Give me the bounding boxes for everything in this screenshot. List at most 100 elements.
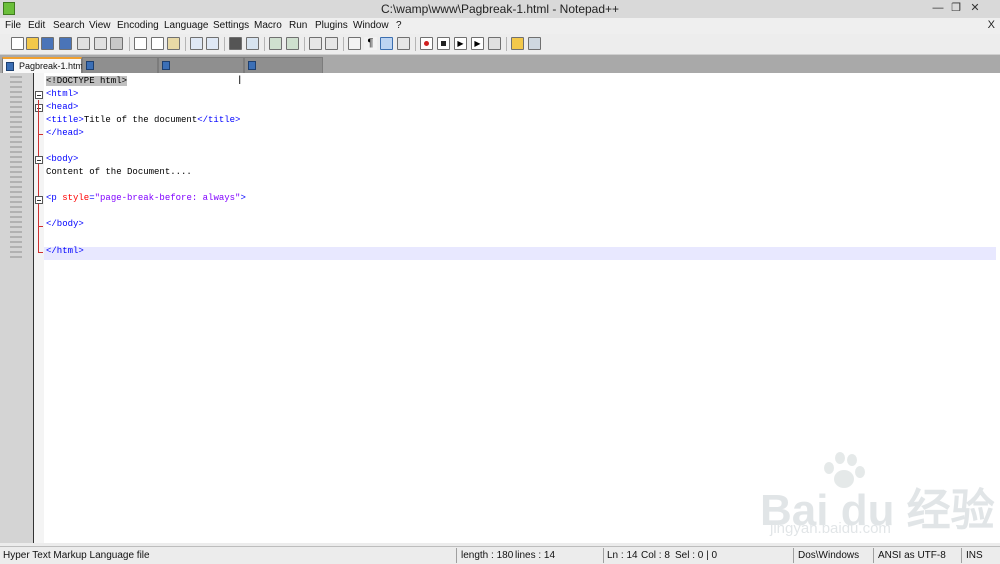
status-insert-mode[interactable]: INS xyxy=(966,550,983,561)
mouse-ibeam-cursor: I xyxy=(238,73,242,87)
redo-icon[interactable] xyxy=(206,37,219,50)
status-line-number: Ln : 14 xyxy=(607,550,638,561)
paste-icon[interactable] xyxy=(167,37,180,50)
line-number-margin xyxy=(0,73,33,543)
p-page-break-tag: <p style="page-break-before: always"> xyxy=(46,193,246,203)
print-icon[interactable] xyxy=(110,37,123,50)
status-eol-format[interactable]: Dos\Windows xyxy=(798,550,859,561)
minimize-button[interactable]: — xyxy=(930,1,946,15)
toolbar-separator xyxy=(506,37,507,51)
tab-pagbreak-1[interactable]: Pagbreak-1.html xyxy=(2,57,86,73)
status-divider xyxy=(603,548,604,563)
tab-third[interactable] xyxy=(158,57,244,73)
toolbar-separator xyxy=(224,37,225,51)
body-close-tag: </body> xyxy=(46,219,84,229)
html-close-tag: </html> xyxy=(46,246,84,256)
menu-encoding[interactable]: Encoding xyxy=(117,20,159,31)
file-icon xyxy=(6,62,14,71)
copy-icon[interactable] xyxy=(151,37,164,50)
toolbar-separator xyxy=(185,37,186,51)
open-file-icon[interactable] xyxy=(26,37,39,50)
current-line-highlight xyxy=(44,247,996,260)
menu-plugins[interactable]: Plugins xyxy=(315,20,348,31)
code-line-7: <body> xyxy=(46,154,78,164)
play-macro-multiple-icon[interactable]: ▶ xyxy=(471,37,484,50)
cut-icon[interactable] xyxy=(134,37,147,50)
file-icon xyxy=(248,61,256,70)
replace-icon[interactable] xyxy=(246,37,259,50)
status-divider xyxy=(873,548,874,563)
save-all-icon[interactable] xyxy=(59,37,72,50)
zoom-out-icon[interactable] xyxy=(286,37,299,50)
code-line-4: <title>Title of the document</title> xyxy=(46,115,240,125)
save-macro-icon[interactable] xyxy=(488,37,501,50)
file-icon xyxy=(86,61,94,70)
sync-vertical-icon[interactable] xyxy=(309,37,322,50)
baidu-watermark: Bai du 经验 jingyan.baidu.com xyxy=(760,452,995,542)
close-document-icon[interactable]: X xyxy=(988,19,995,31)
toolbar-separator xyxy=(129,37,130,51)
menu-bar: File Edit Search View Encoding Language … xyxy=(0,18,1000,34)
menu-search[interactable]: Search xyxy=(53,20,85,31)
spellcheck-icon[interactable] xyxy=(528,37,541,50)
new-file-icon[interactable] xyxy=(11,37,24,50)
fold-toggle-html[interactable] xyxy=(35,91,43,99)
menu-window[interactable]: Window xyxy=(353,20,389,31)
menu-file[interactable]: File xyxy=(5,20,21,31)
fold-end-body xyxy=(38,226,43,227)
indent-guide-icon[interactable] xyxy=(380,37,393,50)
undo-icon[interactable] xyxy=(190,37,203,50)
tab-fourth[interactable] xyxy=(244,57,323,73)
menu-view[interactable]: View xyxy=(89,20,111,31)
window-title: C:\wamp\www\Pagbreak-1.html - Notepad++ xyxy=(380,2,620,16)
code-line-14: </html> xyxy=(46,246,84,256)
word-wrap-icon[interactable] xyxy=(348,37,361,50)
play-macro-icon[interactable]: ▶ xyxy=(454,37,467,50)
file-icon xyxy=(162,61,170,70)
head-close-tag: </head> xyxy=(46,128,84,138)
close-file-icon[interactable] xyxy=(77,37,90,50)
sync-horizontal-icon[interactable] xyxy=(325,37,338,50)
record-macro-icon[interactable] xyxy=(420,37,433,50)
close-button[interactable]: ✕ xyxy=(967,1,983,15)
stop-macro-icon[interactable] xyxy=(437,37,450,50)
save-icon[interactable] xyxy=(41,37,54,50)
fold-toggle-head[interactable] xyxy=(35,104,43,112)
title-bar: C:\wamp\www\Pagbreak-1.html - Notepad++ … xyxy=(0,0,1000,18)
menu-help[interactable]: ? xyxy=(396,20,402,31)
toolbar-separator xyxy=(343,37,344,51)
tab-second[interactable] xyxy=(82,57,158,73)
find-icon[interactable] xyxy=(229,37,242,50)
doctype-text: <!DOCTYPE html> xyxy=(46,76,128,86)
menu-macro[interactable]: Macro xyxy=(254,20,282,31)
show-all-characters-icon[interactable]: ¶ xyxy=(364,37,377,50)
code-line-8: Content of the Document.... xyxy=(46,167,192,177)
close-all-icon[interactable] xyxy=(94,37,107,50)
menu-language[interactable]: Language xyxy=(164,20,209,31)
status-encoding[interactable]: ANSI as UTF-8 xyxy=(878,550,946,561)
watermark-url: jingyan.baidu.com xyxy=(770,520,891,537)
status-divider xyxy=(961,548,962,563)
maximize-button[interactable]: ❐ xyxy=(948,1,964,15)
code-line-10: <p style="page-break-before: always"> xyxy=(46,193,246,203)
toolbar-separator xyxy=(264,37,265,51)
status-length: length : 180 xyxy=(461,550,514,561)
code-line-12: </body> xyxy=(46,219,84,229)
content-text: Content of the Document.... xyxy=(46,167,192,177)
status-column: Col : 8 xyxy=(641,550,670,561)
fold-toggle-body[interactable] xyxy=(35,156,43,164)
menu-run[interactable]: Run xyxy=(289,20,307,31)
menu-settings[interactable]: Settings xyxy=(213,20,249,31)
language-view-icon[interactable] xyxy=(397,37,410,50)
folder-icon[interactable] xyxy=(511,37,524,50)
fold-end-html xyxy=(38,252,43,253)
fold-toggle-p[interactable] xyxy=(35,196,43,204)
status-lines: lines : 14 xyxy=(515,550,556,561)
line-numbers-blurred xyxy=(10,76,22,261)
code-line-5: </head> xyxy=(46,128,84,138)
zoom-in-icon[interactable] xyxy=(269,37,282,50)
body-open-tag: <body> xyxy=(46,154,79,164)
menu-edit[interactable]: Edit xyxy=(28,20,45,31)
tab-label: Pagbreak-1.html xyxy=(19,61,86,71)
fold-margin xyxy=(34,73,44,543)
